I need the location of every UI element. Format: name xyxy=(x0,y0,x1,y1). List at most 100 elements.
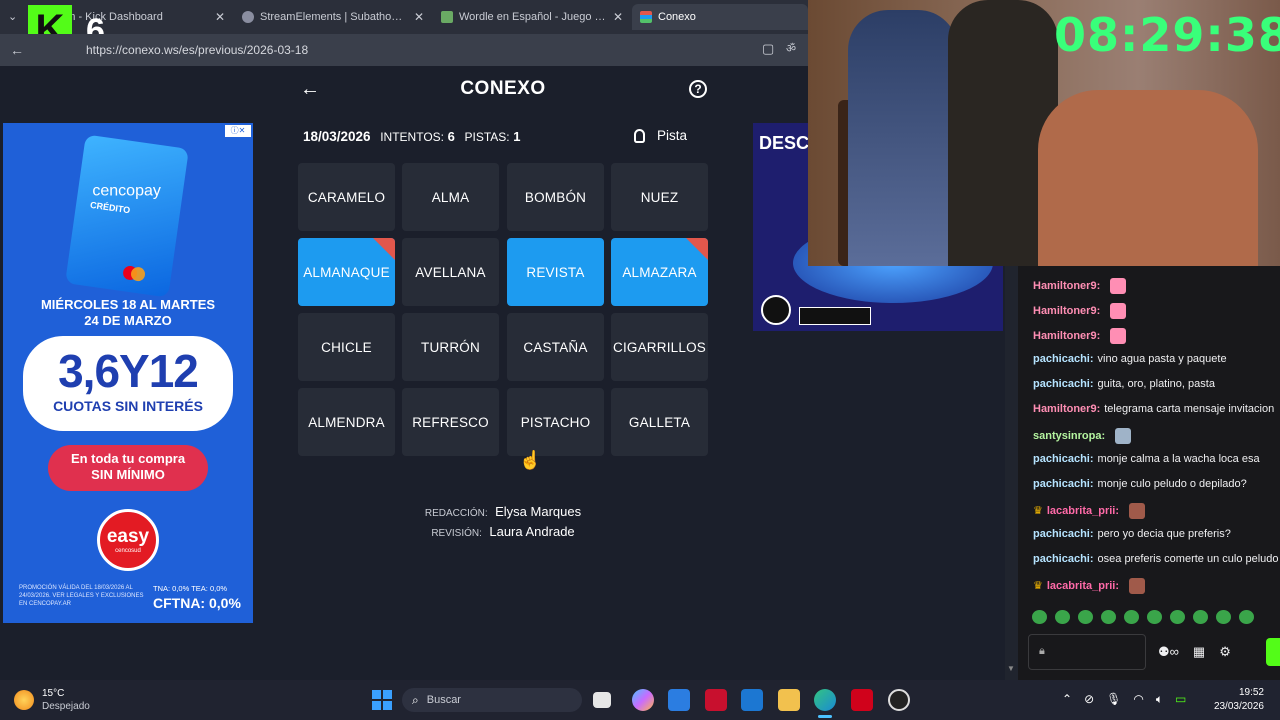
card-brand: cencopay xyxy=(92,182,161,200)
ad-choices-icon[interactable]: ⓘ✕ xyxy=(225,125,251,137)
emote-icon[interactable] xyxy=(1078,610,1093,624)
scroll-down-icon[interactable]: ▼ xyxy=(1007,664,1015,673)
ad-banner-left[interactable]: ⓘ✕ cencopay CRÉDITO MIÉRCOLES 18 AL MART… xyxy=(3,123,253,623)
chat-username[interactable]: pachicachi: xyxy=(1033,478,1094,490)
chat-username[interactable]: Hamiltoner9: xyxy=(1033,305,1100,317)
word-tile[interactable]: REFRESCO xyxy=(402,388,499,456)
emote-icon[interactable] xyxy=(1055,610,1070,624)
chat-controls: ⚉∞ ▦ ⚙ xyxy=(1158,644,1231,660)
hint-button[interactable]: Pista xyxy=(634,128,687,143)
word-tile[interactable]: CARAMELO xyxy=(298,163,395,231)
mouse-cursor-icon: ☝ xyxy=(519,450,542,470)
chat-username[interactable]: Hamiltoner9: xyxy=(1033,403,1100,415)
chat-emote-icon xyxy=(1110,303,1127,319)
chat-input[interactable]: 🔒︎ xyxy=(1028,634,1146,670)
word-tile[interactable]: ALMAZARA xyxy=(611,238,708,306)
outlook-icon[interactable] xyxy=(741,689,763,711)
chat-emote-icon xyxy=(1129,578,1146,594)
chat-message: ♛ lacabrita_prii: xyxy=(1033,578,1146,594)
chat-username[interactable]: Hamiltoner9: xyxy=(1033,330,1100,342)
taskbar-search[interactable]: ⌕ Buscar xyxy=(402,688,582,712)
tab-streamelements[interactable]: StreamElements | Subathon Coun ✕ xyxy=(234,4,432,30)
ad-tna: TNA: 0,0% TEA: 0,0% xyxy=(153,584,228,593)
reader-icon[interactable]: ▢ xyxy=(762,41,774,57)
close-icon[interactable]: ✕ xyxy=(414,10,424,24)
chat-send-button[interactable] xyxy=(1266,638,1280,666)
chat-username[interactable]: pachicachi: xyxy=(1033,353,1094,365)
word-tile[interactable]: BOMBÓN xyxy=(507,163,604,231)
puzzle-date: 18/03/2026 xyxy=(303,129,371,144)
emote-icon[interactable] xyxy=(1193,610,1208,624)
ad-cta-button[interactable]: En toda tu compra SIN MÍNIMO xyxy=(48,445,208,491)
emote-icon[interactable] xyxy=(1032,610,1047,624)
word-tile[interactable]: CIGARRILLOS xyxy=(611,313,708,381)
emote-icon[interactable] xyxy=(1147,610,1162,624)
task-view-icon[interactable] xyxy=(593,692,611,708)
crown-badge-icon: ♛ xyxy=(1033,504,1043,517)
word-tile[interactable]: ALMENDRA xyxy=(298,388,395,456)
word-tile[interactable]: PISTACHO xyxy=(507,388,604,456)
security-app-icon[interactable] xyxy=(705,689,727,711)
chat-username[interactable]: pachicachi: xyxy=(1033,453,1094,465)
emote-icon[interactable] xyxy=(1170,610,1185,624)
clock-date[interactable]: 23/03/2026 xyxy=(1200,701,1264,712)
tab-list-dropdown-icon[interactable]: ⌄ xyxy=(8,10,22,24)
chat-username[interactable]: Hamiltoner9: xyxy=(1033,280,1100,292)
windows-start-icon[interactable] xyxy=(372,690,392,710)
word-tile[interactable]: AVELLANA xyxy=(402,238,499,306)
emote-icon[interactable] xyxy=(1239,610,1254,624)
tab-conexo[interactable]: Conexo xyxy=(632,4,808,30)
store-icon[interactable]: ▦ xyxy=(1193,644,1205,660)
word-tile-label: ALMANAQUE xyxy=(303,264,390,280)
weather-icon[interactable] xyxy=(14,690,34,710)
microphone-icon[interactable]: 🎙︎ xyxy=(1106,692,1121,707)
word-tile[interactable]: ALMA xyxy=(402,163,499,231)
chat-message: Hamiltoner9: telegrama carta mensaje invi… xyxy=(1033,403,1274,415)
chat-username[interactable]: lacabrita_prii: xyxy=(1047,505,1119,517)
emote-icon[interactable] xyxy=(1124,610,1139,624)
emote-icon[interactable] xyxy=(1101,610,1116,624)
word-tile[interactable]: GALLETA xyxy=(611,388,708,456)
translate-icon[interactable]: ॐ xyxy=(786,41,796,56)
clock-time[interactable]: 19:52 xyxy=(1210,687,1264,698)
wifi-icon[interactable]: ◠ xyxy=(1133,692,1143,707)
word-tile[interactable]: ALMANAQUE xyxy=(298,238,395,306)
lightshot-icon[interactable] xyxy=(851,689,873,711)
chevron-up-icon[interactable]: ⌃ xyxy=(1062,692,1072,707)
obs-icon[interactable] xyxy=(888,689,910,711)
tab-wordle[interactable]: Wordle en Español - Juego Diario ✕ xyxy=(433,4,631,30)
volume-icon[interactable]: 🔈︎ xyxy=(1156,692,1163,707)
edge-browser-icon[interactable] xyxy=(814,689,836,711)
word-tile[interactable]: CHICLE xyxy=(298,313,395,381)
url-field[interactable]: https://conexo.ws/es/previous/2026-03-18 xyxy=(86,41,646,59)
word-tile-label: REVISTA xyxy=(526,264,585,280)
chat-username[interactable]: pachicachi: xyxy=(1033,378,1094,390)
chat-username[interactable]: santysinropa: xyxy=(1033,430,1105,442)
close-icon[interactable]: ✕ xyxy=(613,10,623,24)
chat-username[interactable]: pachicachi: xyxy=(1033,553,1094,565)
store-app-icon[interactable] xyxy=(668,689,690,711)
channel-points-icon[interactable]: ⚉∞ xyxy=(1158,644,1179,660)
word-tile[interactable]: CASTAÑA xyxy=(507,313,604,381)
help-icon[interactable]: ? xyxy=(689,80,707,98)
writing-name: Elysa Marques xyxy=(495,504,582,519)
file-explorer-icon[interactable] xyxy=(778,689,800,711)
copilot-icon[interactable] xyxy=(632,689,654,711)
chat-username[interactable]: lacabrita_prii: xyxy=(1047,580,1119,592)
emote-icon[interactable] xyxy=(1216,610,1231,624)
word-tile[interactable]: NUEZ xyxy=(611,163,708,231)
game-back-icon[interactable]: ← xyxy=(300,78,320,101)
chat-username[interactable]: pachicachi: xyxy=(1033,528,1094,540)
attempts-count: 6 xyxy=(447,129,455,144)
wordle-favicon-icon xyxy=(441,11,453,23)
settings-gear-icon[interactable]: ⚙ xyxy=(1219,644,1231,660)
word-tile[interactable]: TURRÓN xyxy=(402,313,499,381)
credit-card-image: cencopay CRÉDITO xyxy=(65,134,189,298)
word-tile-label: CHICLE xyxy=(321,339,372,355)
back-icon[interactable]: ← xyxy=(10,42,24,58)
close-icon[interactable]: ✕ xyxy=(215,10,225,24)
ad-offer-box: 3,6Y12 CUOTAS SIN INTERÉS xyxy=(23,336,233,431)
battery-icon[interactable]: ▭ xyxy=(1175,692,1186,707)
network-off-icon[interactable]: ⊘ xyxy=(1084,692,1094,707)
word-tile[interactable]: REVISTA xyxy=(507,238,604,306)
